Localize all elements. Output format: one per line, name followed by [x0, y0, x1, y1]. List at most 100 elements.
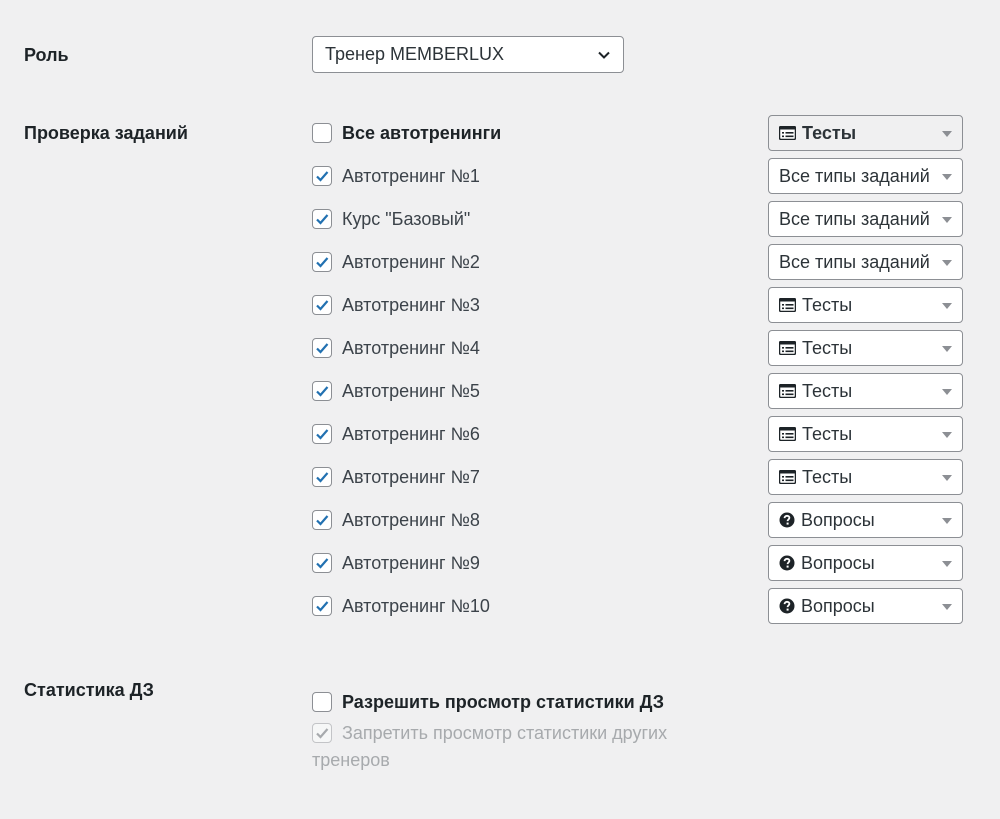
training-row: Автотренинг №7	[312, 466, 480, 488]
role-select[interactable]: Тренер MEMBERLUX	[312, 36, 624, 73]
task-type-value: Тесты	[802, 380, 853, 401]
role-label: Роль	[24, 45, 69, 65]
dropdown-arrow-icon	[942, 217, 952, 223]
list-icon	[779, 341, 796, 355]
training-row: Автотренинг №5	[312, 380, 480, 402]
task-type-value: Все типы заданий	[779, 165, 930, 186]
training-row: Автотренинг №6	[312, 423, 480, 445]
training-row: Курс "Базовый"	[312, 208, 470, 230]
training-row: Автотренинг №2	[312, 251, 480, 273]
training-checkbox[interactable]	[312, 510, 332, 530]
check-icon	[316, 257, 329, 268]
all-trainings-filter-select[interactable]: Тесты	[768, 115, 963, 151]
task-type-value: Тесты	[802, 337, 853, 358]
allow-stats-label: Разрешить просмотр статистики ДЗ	[342, 691, 664, 712]
check-icon	[316, 429, 329, 440]
question-icon	[779, 598, 795, 614]
chevron-down-icon	[598, 51, 610, 59]
deny-stats-checkbox	[312, 723, 332, 743]
training-label: Автотренинг №1	[342, 165, 480, 186]
dropdown-arrow-icon	[942, 604, 952, 610]
dropdown-arrow-icon	[942, 346, 952, 352]
check-icon	[316, 171, 329, 182]
training-checkbox[interactable]	[312, 381, 332, 401]
task-type-select[interactable]: Вопросы	[768, 588, 963, 624]
training-label: Автотренинг №9	[342, 552, 480, 573]
task-type-value: Тесты	[802, 423, 853, 444]
all-trainings-filter-value: Тесты	[802, 122, 857, 143]
training-checkbox[interactable]	[312, 596, 332, 616]
allow-stats-checkbox[interactable]	[312, 692, 332, 712]
deny-stats-row: Запретить просмотр статистики других	[312, 722, 667, 744]
training-label: Автотренинг №4	[342, 337, 480, 358]
training-label: Автотренинг №7	[342, 466, 480, 487]
training-label: Автотренинг №3	[342, 294, 480, 315]
check-icon	[316, 515, 329, 526]
dropdown-arrow-icon	[942, 475, 952, 481]
dropdown-arrow-icon	[942, 174, 952, 180]
check-icon	[316, 300, 329, 311]
task-type-select[interactable]: Тесты	[768, 459, 963, 495]
training-label: Автотренинг №8	[342, 509, 480, 530]
training-checkbox[interactable]	[312, 166, 332, 186]
training-label: Автотренинг №2	[342, 251, 480, 272]
check-icon	[316, 214, 329, 225]
list-icon	[779, 470, 796, 484]
task-type-value: Вопросы	[801, 595, 875, 616]
task-type-select[interactable]: Вопросы	[768, 502, 963, 538]
question-icon	[779, 555, 795, 571]
task-type-select[interactable]: Все типы заданий	[768, 201, 963, 237]
task-type-select[interactable]: Тесты	[768, 416, 963, 452]
task-type-select[interactable]: Тесты	[768, 287, 963, 323]
training-checkbox[interactable]	[312, 338, 332, 358]
training-checkbox[interactable]	[312, 295, 332, 315]
task-type-select[interactable]: Тесты	[768, 330, 963, 366]
training-checkbox[interactable]	[312, 252, 332, 272]
dropdown-arrow-icon	[942, 518, 952, 524]
task-type-value: Вопросы	[801, 552, 875, 573]
check-icon	[316, 728, 329, 739]
role-select-value: Тренер MEMBERLUX	[325, 44, 504, 64]
dropdown-arrow-icon	[942, 389, 952, 395]
training-checkbox[interactable]	[312, 209, 332, 229]
task-type-value: Тесты	[802, 294, 853, 315]
training-label: Автотренинг №5	[342, 380, 480, 401]
training-row: Автотренинг №4	[312, 337, 480, 359]
training-row: Автотренинг №9	[312, 552, 480, 574]
training-checkbox[interactable]	[312, 467, 332, 487]
training-row: Автотренинг №3	[312, 294, 480, 316]
training-checkbox[interactable]	[312, 424, 332, 444]
all-trainings-row: Все автотренинги	[312, 122, 501, 144]
list-icon	[779, 384, 796, 398]
training-row: Автотренинг №1	[312, 165, 480, 187]
question-icon	[779, 512, 795, 528]
deny-stats-label-continued: тренеров	[312, 750, 390, 770]
training-checkbox[interactable]	[312, 553, 332, 573]
list-icon	[779, 126, 796, 140]
all-trainings-checkbox[interactable]	[312, 123, 332, 143]
task-type-value: Все типы заданий	[779, 251, 930, 272]
training-label: Курс "Базовый"	[342, 208, 471, 229]
list-icon	[779, 427, 796, 441]
training-label: Автотренинг №6	[342, 423, 480, 444]
task-type-select[interactable]: Тесты	[768, 373, 963, 409]
check-icon	[316, 343, 329, 354]
task-type-value: Все типы заданий	[779, 208, 930, 229]
task-type-select[interactable]: Вопросы	[768, 545, 963, 581]
task-type-value: Вопросы	[801, 509, 875, 530]
dropdown-arrow-icon	[942, 131, 952, 137]
check-icon	[316, 386, 329, 397]
list-icon	[779, 298, 796, 312]
dropdown-arrow-icon	[942, 260, 952, 266]
task-type-value: Тесты	[802, 466, 853, 487]
dropdown-arrow-icon	[942, 303, 952, 309]
training-label: Автотренинг №10	[342, 595, 490, 616]
task-type-select[interactable]: Все типы заданий	[768, 158, 963, 194]
dropdown-arrow-icon	[942, 561, 952, 567]
training-row: Автотренинг №10	[312, 595, 490, 617]
tasks-label: Проверка заданий	[24, 123, 188, 143]
task-type-select[interactable]: Все типы заданий	[768, 244, 963, 280]
training-row: Автотренинг №8	[312, 509, 480, 531]
check-icon	[316, 558, 329, 569]
check-icon	[316, 601, 329, 612]
